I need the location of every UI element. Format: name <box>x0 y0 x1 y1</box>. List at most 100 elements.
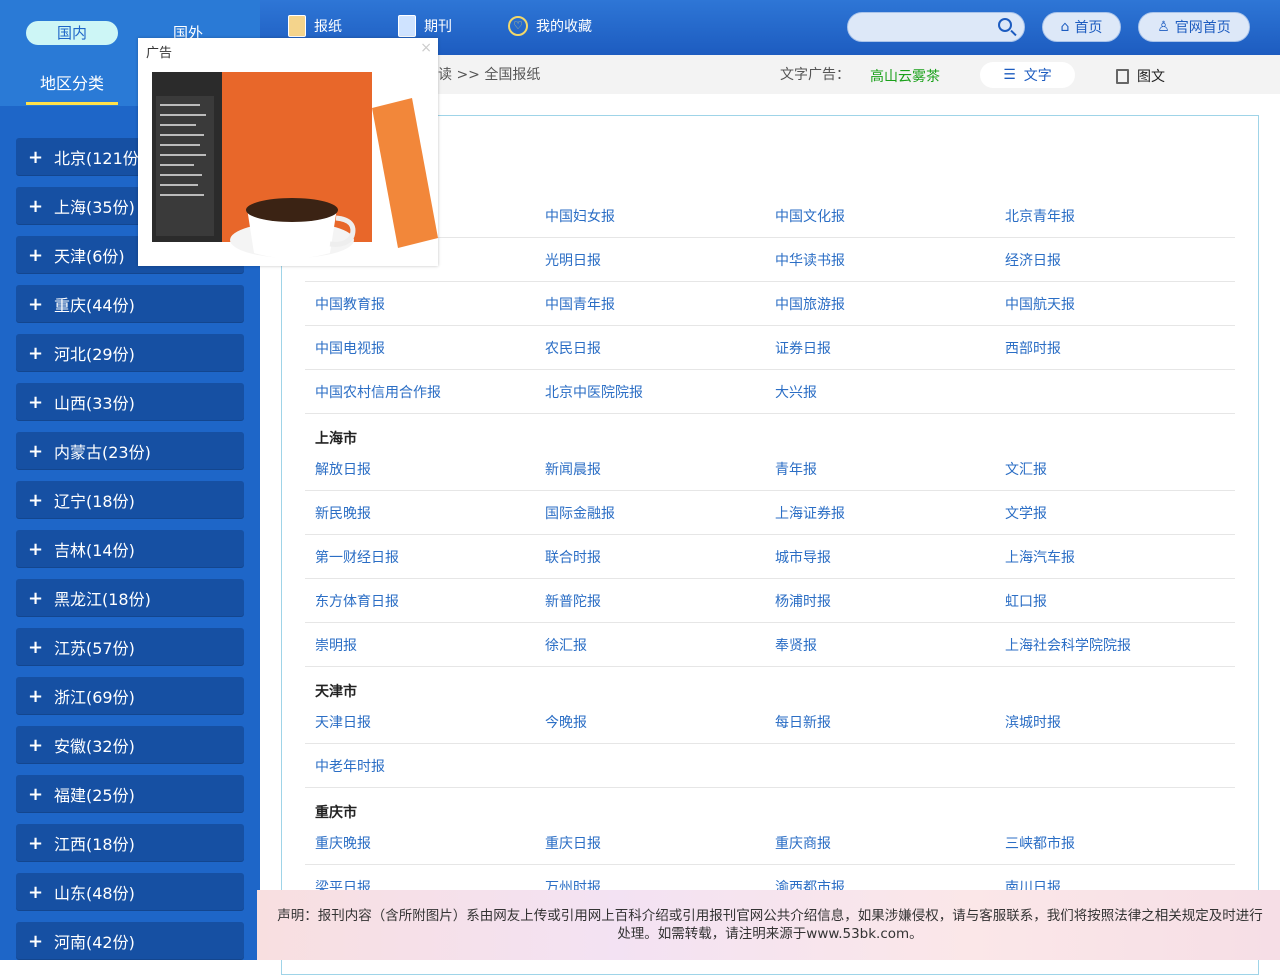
newspaper-link[interactable]: 青年报 <box>775 459 817 479</box>
table-row: 新民晚报 国际金融报 上海证券报 文学报 <box>305 491 1235 535</box>
search-icon[interactable] <box>998 18 1012 32</box>
province-item[interactable]: + 浙江(69份) <box>16 677 244 715</box>
table-row: 重庆晚报 重庆日报 重庆商报 三峡都市报 <box>305 821 1235 865</box>
home-button-label: 首页 <box>1074 20 1103 36</box>
plus-icon: + <box>28 538 44 560</box>
table-row: 解放日报 新闻晨报 青年报 文汇报 <box>305 447 1235 491</box>
newspaper-link[interactable]: 大兴报 <box>775 382 817 402</box>
newspaper-link[interactable]: 国际金融报 <box>545 503 615 523</box>
view-text-button[interactable]: ☰ 文字 <box>980 62 1075 88</box>
newspaper-link[interactable]: 三峡都市报 <box>1005 833 1075 853</box>
province-item[interactable]: + 河北(29份) <box>16 334 244 372</box>
table-row: 东方体育日报 新普陀报 杨浦时报 虹口报 <box>305 579 1235 623</box>
province-item[interactable]: + 河南(42份) <box>16 922 244 960</box>
newspaper-link[interactable]: 城市导报 <box>775 547 831 567</box>
newspaper-link[interactable]: 上海汽车报 <box>1005 547 1075 567</box>
newspaper-link[interactable]: 新闻晨报 <box>545 459 601 479</box>
province-label: 河北(29份) <box>54 345 135 364</box>
newspaper-link[interactable]: 北京青年报 <box>1005 206 1075 226</box>
plus-icon: + <box>28 832 44 854</box>
province-item[interactable]: + 重庆(44份) <box>16 285 244 323</box>
newspaper-link[interactable]: 上海证券报 <box>775 503 845 523</box>
newspaper-link[interactable]: 第一财经日报 <box>315 547 399 567</box>
nav-periodicals-label: 期刊 <box>424 19 452 35</box>
newspaper-link[interactable]: 重庆晚报 <box>315 833 371 853</box>
newspaper-link[interactable]: 中国农村信用合作报 <box>315 382 441 402</box>
province-item[interactable]: + 山东(48份) <box>16 873 244 911</box>
nav-favorites[interactable]: ♡ 我的收藏 <box>508 14 592 38</box>
newspaper-link[interactable]: 奉贤报 <box>775 635 817 655</box>
province-item[interactable]: + 黑龙江(18份) <box>16 579 244 617</box>
newspaper-link[interactable]: 光明日报 <box>545 250 601 270</box>
newspaper-link[interactable]: 虹口报 <box>1005 591 1047 611</box>
newspaper-link[interactable]: 经济日报 <box>1005 250 1061 270</box>
magazine-icon <box>398 15 416 37</box>
newspaper-link[interactable]: 证券日报 <box>775 338 831 358</box>
province-item[interactable]: + 福建(25份) <box>16 775 244 813</box>
newspaper-link[interactable]: 中国妇女报 <box>545 206 615 226</box>
newspaper-link[interactable]: 每日新报 <box>775 712 831 732</box>
newspaper-link[interactable]: 西部时报 <box>1005 338 1061 358</box>
disclaimer-footer: 声明：报刊内容（含所附图片）系由网友上传或引用网上百科介绍或引用报刊官网公共介绍… <box>257 890 1280 960</box>
newspaper-link[interactable]: 新普陀报 <box>545 591 601 611</box>
newspaper-link[interactable]: 重庆商报 <box>775 833 831 853</box>
newspaper-link[interactable]: 中国青年报 <box>545 294 615 314</box>
province-label: 安徽(32份) <box>54 737 135 756</box>
newspaper-link[interactable]: 联合时报 <box>545 547 601 567</box>
newspaper-link[interactable]: 重庆日报 <box>545 833 601 853</box>
province-item[interactable]: + 江西(18份) <box>16 824 244 862</box>
view-picture-button[interactable]: 图文 <box>1116 66 1165 86</box>
nav-newspapers[interactable]: 报纸 <box>288 14 342 38</box>
official-home-button[interactable]: ♙ 官网首页 <box>1138 12 1250 42</box>
newspaper-link[interactable]: 东方体育日报 <box>315 591 399 611</box>
province-item[interactable]: + 吉林(14份) <box>16 530 244 568</box>
newspaper-link[interactable]: 杨浦时报 <box>775 591 831 611</box>
coffee-ad-image[interactable] <box>152 68 438 264</box>
home-button[interactable]: ⌂ 首页 <box>1042 12 1121 42</box>
newspaper-link[interactable]: 中国电视报 <box>315 338 385 358</box>
province-label: 江苏(57份) <box>54 639 135 658</box>
province-item[interactable]: + 江苏(57份) <box>16 628 244 666</box>
plus-icon: + <box>28 244 44 266</box>
newspaper-link[interactable]: 中老年时报 <box>315 756 385 776</box>
breadcrumb[interactable]: 读 >> 全国报纸 <box>438 64 540 84</box>
province-label: 重庆(44份) <box>54 296 135 315</box>
newspaper-link[interactable]: 崇明报 <box>315 635 357 655</box>
province-item[interactable]: + 山西(33份) <box>16 383 244 421</box>
newspaper-link[interactable]: 中华读书报 <box>775 250 845 270</box>
province-item[interactable]: + 辽宁(18份) <box>16 481 244 519</box>
newspaper-link[interactable]: 文学报 <box>1005 503 1047 523</box>
nav-periodicals[interactable]: 期刊 <box>398 14 452 38</box>
table-row: 天津日报 今晚报 每日新报 滨城时报 <box>305 700 1235 744</box>
newspaper-link[interactable]: 解放日报 <box>315 459 371 479</box>
close-icon[interactable]: × <box>420 40 432 56</box>
search-input[interactable] <box>847 12 1025 42</box>
plus-icon: + <box>28 195 44 217</box>
table-row: 中国教育报 中国青年报 中国旅游报 中国航天报 <box>305 282 1235 326</box>
tab-domestic[interactable]: 国内 <box>26 21 118 45</box>
view-picture-label: 图文 <box>1137 69 1165 85</box>
plus-icon: + <box>28 342 44 364</box>
newspaper-icon <box>288 15 306 37</box>
newspaper-link[interactable]: 中国教育报 <box>315 294 385 314</box>
newspaper-link[interactable]: 中国旅游报 <box>775 294 845 314</box>
newspaper-link[interactable]: 中国文化报 <box>775 206 845 226</box>
province-item[interactable]: + 安徽(32份) <box>16 726 244 764</box>
newspaper-link[interactable]: 北京中医院院报 <box>545 382 643 402</box>
newspaper-link[interactable]: 文汇报 <box>1005 459 1047 479</box>
newspaper-link[interactable]: 今晚报 <box>545 712 587 732</box>
newspaper-link[interactable]: 新民晚报 <box>315 503 371 523</box>
region-category-label[interactable]: 地区分类 <box>26 70 118 105</box>
newspaper-link[interactable]: 上海社会科学院院报 <box>1005 635 1131 655</box>
newspaper-link[interactable]: 天津日报 <box>315 712 371 732</box>
plus-icon: + <box>28 881 44 903</box>
province-item[interactable]: + 内蒙古(23份) <box>16 432 244 470</box>
newspaper-link[interactable]: 农民日报 <box>545 338 601 358</box>
table-row: 光明日报 中华读书报 经济日报 <box>305 238 1235 282</box>
view-text-label: 文字 <box>1023 68 1052 84</box>
newspaper-link[interactable]: 中国航天报 <box>1005 294 1075 314</box>
newspaper-link[interactable]: 滨城时报 <box>1005 712 1061 732</box>
newspaper-link[interactable]: 徐汇报 <box>545 635 587 655</box>
table-row: 中老年时报 <box>305 744 1235 788</box>
text-ad-link[interactable]: 高山云雾茶 <box>870 66 940 86</box>
